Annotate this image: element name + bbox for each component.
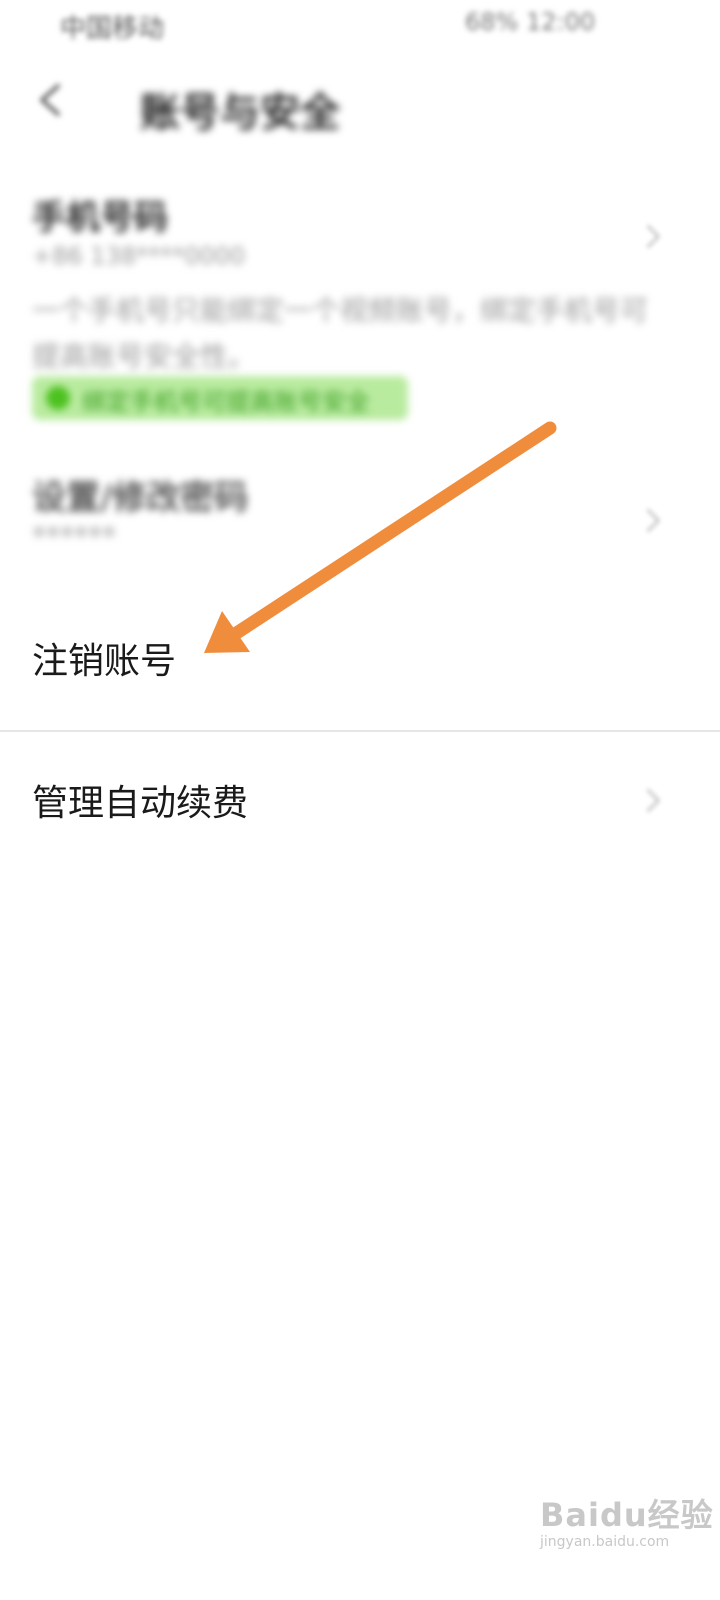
manage-renewal-row[interactable]: 管理自动续费 — [0, 732, 720, 862]
cancel-account-label: 注销账号 — [32, 641, 177, 682]
password-row[interactable]: 设置/修改密码 ****** — [0, 470, 720, 570]
watermark-brand: Baidu经验 — [540, 1496, 714, 1534]
security-badge-text: 绑定手机号可提高账号安全 — [82, 388, 370, 416]
top-bar: 账号与安全 — [0, 60, 720, 150]
page-title: 账号与安全 — [140, 90, 340, 136]
phone-number-row[interactable]: 手机号码 +86 138****0000 一个手机号只能绑定一个视频账号，绑定手… — [0, 180, 720, 440]
chevron-right-icon — [636, 508, 661, 533]
watermark: Baidu经验 jingyan.baidu.com — [540, 1490, 720, 1590]
password-value: ****** — [32, 520, 116, 553]
phone-title: 手机号码 — [32, 198, 168, 238]
phone-number-value: +86 138****0000 — [32, 242, 246, 270]
check-icon — [46, 386, 70, 410]
phone-description: 一个手机号只能绑定一个视频账号，绑定手机号可提高账号安全性。 — [32, 294, 649, 373]
security-badge: 绑定手机号可提高账号安全 — [32, 376, 408, 420]
watermark-url: jingyan.baidu.com — [540, 1534, 670, 1550]
chevron-right-icon — [636, 224, 661, 249]
carrier-text: 中国移动 — [60, 14, 165, 44]
back-arrow-icon[interactable] — [30, 78, 74, 122]
password-title: 设置/修改密码 — [32, 478, 249, 518]
chevron-right-icon — [636, 788, 661, 813]
cancel-account-row[interactable]: 注销账号 — [0, 600, 720, 730]
status-bar: 中国移动 68% 12:00 — [0, 0, 720, 50]
status-indicators: 68% 12:00 — [465, 8, 596, 36]
manage-renewal-label: 管理自动续费 — [32, 783, 249, 824]
